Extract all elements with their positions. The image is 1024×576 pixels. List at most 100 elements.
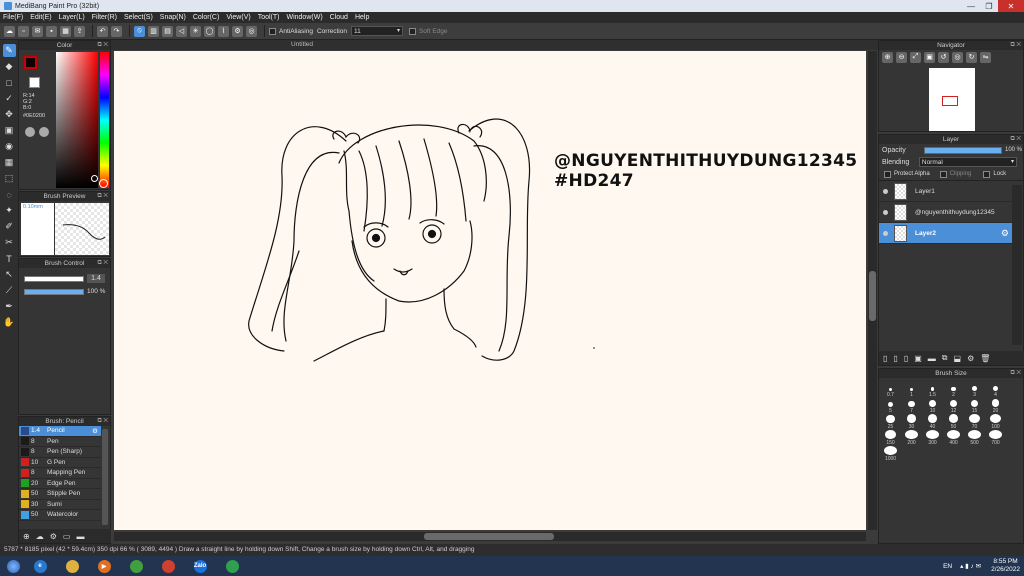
panel-close-icon[interactable]: ⧉ ✕ — [97, 192, 108, 201]
background-color-swatch[interactable] — [29, 77, 40, 88]
brush-item-6[interactable]: 50 Stipple Pen — [19, 489, 101, 500]
brush-folder-icon[interactable]: ▬ — [76, 532, 84, 541]
layer-folder-icon[interactable]: ▬ — [928, 354, 936, 363]
brush-list-scrollbar[interactable] — [102, 429, 108, 525]
lock-checkbox[interactable] — [983, 170, 991, 178]
rotate-right-icon[interactable]: ↻ — [966, 51, 977, 63]
menu-tool[interactable]: Tool(T) — [258, 14, 280, 21]
move-tool-icon[interactable]: ✥ — [3, 108, 16, 121]
brush-item-7[interactable]: 30 Sumi — [19, 500, 101, 510]
soft-edge-checkbox[interactable] — [408, 27, 416, 35]
layer-row-2[interactable]: Layer2 ⚙ — [879, 223, 1012, 244]
select-tool-icon[interactable]: ⬚ — [3, 172, 16, 185]
new-8bit-layer-icon[interactable]: ▯ — [904, 354, 908, 363]
brush-size-option[interactable]: 1000 — [880, 446, 901, 462]
layer-settings-icon[interactable]: ⚙ — [967, 354, 974, 363]
snap-parallel-icon[interactable]: ▥ — [148, 25, 159, 37]
hand-tool-icon[interactable]: ✋ — [3, 316, 16, 329]
correction-select[interactable]: 11 — [350, 26, 403, 36]
reset-rotate-icon[interactable]: ◎ — [952, 51, 963, 63]
brush-size-option[interactable]: 3 — [964, 382, 985, 398]
brush-size-option[interactable]: 20 — [985, 398, 1006, 414]
fill-tool-icon[interactable]: ◉ — [3, 140, 16, 153]
brush-item-1[interactable]: 8 Pen — [19, 437, 101, 447]
save-icon[interactable]: ▪ — [46, 25, 57, 37]
new-halftone-layer-icon[interactable]: ▯ — [893, 354, 897, 363]
brush-size-option[interactable]: 4 — [985, 382, 1006, 398]
select-eraser-icon[interactable]: ✂ — [3, 236, 16, 249]
taskbar-app-5[interactable]: Zalo — [186, 557, 214, 575]
brush-size-option[interactable]: 700 — [985, 430, 1006, 446]
layer-settings-icon[interactable]: ⚙ — [1001, 228, 1009, 239]
panel-close-icon[interactable]: ⧉ ✕ — [1010, 41, 1021, 50]
layer-menu-icon[interactable]: ▣ — [914, 354, 922, 363]
brush-size-option[interactable]: 1 — [901, 382, 922, 398]
fit-icon[interactable]: ⤢ — [910, 51, 921, 63]
layer-visibility-icon[interactable] — [883, 188, 888, 194]
brush-size-option[interactable]: 70 — [964, 414, 985, 430]
horizontal-scroll-thumb[interactable] — [424, 533, 554, 540]
maximize-button[interactable]: ❐ — [980, 0, 998, 12]
menu-view[interactable]: View(V) — [226, 14, 250, 21]
panel-close-icon[interactable]: ⧉ ✕ — [97, 259, 108, 268]
brush-size-option[interactable]: 1.5 — [922, 382, 943, 398]
brush-opacity-slider[interactable] — [24, 289, 84, 295]
foreground-color-swatch[interactable] — [24, 56, 37, 69]
brush-item-4[interactable]: 8 Mapping Pen — [19, 468, 101, 479]
brush-size-option[interactable]: 15 — [964, 398, 985, 414]
taskbar-app-3[interactable] — [122, 557, 150, 575]
menu-filter[interactable]: Filter(R) — [92, 14, 117, 21]
color-palette-icon[interactable] — [39, 127, 49, 137]
brush-size-value[interactable]: 1.4 — [87, 274, 105, 283]
layer-list-scrollbar[interactable] — [1012, 185, 1022, 345]
magic-wand-icon[interactable]: ✦ — [3, 204, 16, 217]
dot-tool-icon[interactable]: ✓ — [3, 92, 16, 105]
brush-item-2[interactable]: 8 Pen (Sharp) — [19, 447, 101, 458]
eraser-tool-icon[interactable]: ◆ — [3, 60, 16, 73]
menu-help[interactable]: Help — [355, 14, 369, 21]
snap-cross-icon[interactable]: ▤ — [162, 25, 173, 37]
hue-slider[interactable] — [100, 52, 109, 188]
brush-settings-icon[interactable]: ⚙ — [92, 427, 98, 435]
clipping-checkbox[interactable] — [939, 170, 947, 178]
snap-off-icon[interactable]: ⦸ — [134, 25, 145, 37]
menu-snap[interactable]: Snap(N) — [160, 14, 186, 21]
brush-size-option[interactable]: 100 — [985, 414, 1006, 430]
snap-circle-icon[interactable]: ◯ — [204, 25, 215, 37]
clock[interactable]: 8:55 PM 2/26/2022 — [991, 558, 1020, 574]
text-tool-icon[interactable]: T — [3, 252, 16, 265]
minimize-button[interactable]: — — [962, 0, 980, 12]
canvas-vertical-scrollbar[interactable] — [868, 51, 877, 530]
brush-size-option[interactable]: 25 — [880, 414, 901, 430]
zoom-out-icon[interactable]: ⊖ — [896, 51, 907, 63]
grid-icon[interactable]: ▦ — [60, 25, 71, 37]
blending-select[interactable]: Normal — [918, 157, 1017, 167]
brush-item-8[interactable]: 50 Watercolor — [19, 510, 101, 521]
brush-size-option[interactable]: 2 — [943, 382, 964, 398]
taskbar-app-2[interactable]: ▶ — [90, 557, 118, 575]
brush-size-option[interactable]: 10 — [922, 398, 943, 414]
menu-edit[interactable]: Edit(E) — [30, 14, 51, 21]
layer-row-1[interactable]: @nguyenthithuydung12345 — [879, 202, 1012, 223]
language-indicator[interactable]: EN — [943, 563, 952, 570]
flip-icon[interactable]: ⇋ — [980, 51, 991, 63]
eyedropper-icon[interactable]: ✒ — [3, 300, 16, 313]
brush-size-slider[interactable] — [24, 276, 84, 282]
snap-vanish-icon[interactable]: ◁ — [176, 25, 187, 37]
panel-close-icon[interactable]: ⧉ ✕ — [1010, 369, 1021, 378]
brush-size-option[interactable]: 0.7 — [880, 382, 901, 398]
zoom-in-icon[interactable]: ⊕ — [882, 51, 893, 63]
add-brush-icon[interactable]: ⊕ — [23, 532, 30, 541]
brush-item-5[interactable]: 20 Edge Pen — [19, 479, 101, 489]
drawing-canvas[interactable]: @NGUYENTHITHUYDUNG12345 #HD247 — [114, 51, 866, 530]
vertical-scroll-thumb[interactable] — [869, 271, 876, 321]
brush-tool-icon[interactable]: ✎ — [2, 44, 16, 57]
panel-close-icon[interactable]: ⧉ ✕ — [1010, 135, 1021, 144]
taskbar-app-6[interactable] — [218, 557, 246, 575]
layer-visibility-icon[interactable] — [883, 230, 888, 236]
brush-size-option[interactable]: 300 — [922, 430, 943, 446]
delete-layer-icon[interactable]: 🗑 — [980, 354, 990, 363]
navigator-preview[interactable] — [929, 68, 975, 131]
brush-item-0[interactable]: 1.4 Pencil ⚙ — [19, 426, 101, 437]
actual-size-icon[interactable]: ▣ — [924, 51, 935, 63]
